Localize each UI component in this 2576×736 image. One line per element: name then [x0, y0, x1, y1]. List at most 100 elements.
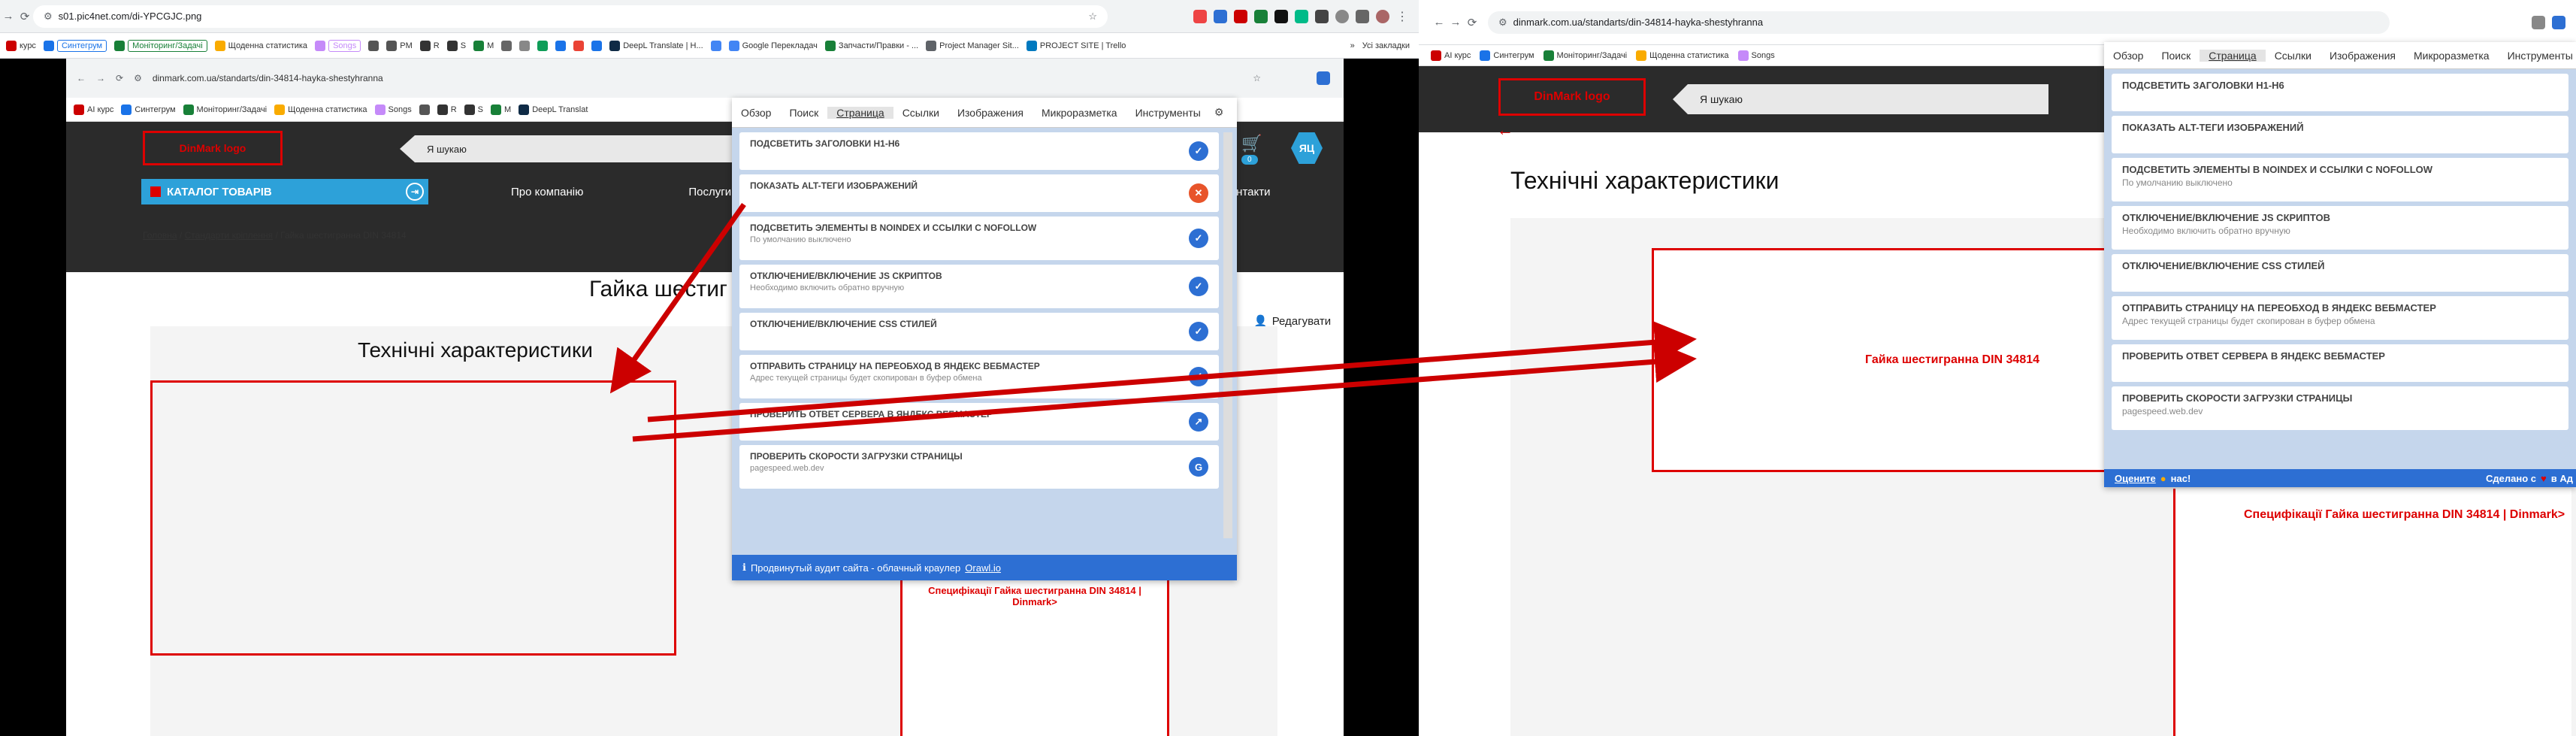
tab-6[interactable]: Инструменты [2499, 50, 2576, 62]
site-info-icon[interactable]: ⚙ [1498, 17, 1507, 29]
extension-icon[interactable] [1274, 9, 1288, 23]
bookmark-item[interactable]: Синтегрум [121, 104, 176, 115]
bookmark-item[interactable]: PM [386, 40, 413, 51]
bookmark-item[interactable]: R [437, 104, 457, 115]
bookmark-item[interactable]: Songs [315, 39, 361, 52]
forward-icon[interactable]: → [0, 10, 17, 23]
check-icon[interactable]: ✓ [1189, 367, 1208, 386]
tab-6[interactable]: Инструменты [1126, 107, 1210, 119]
ext-footer-link[interactable]: Orawl.io [965, 562, 1001, 574]
bookmark-item[interactable] [419, 104, 430, 115]
reload-icon[interactable]: ⟳ [1464, 16, 1480, 29]
bookmark-item[interactable]: AI курс [74, 104, 113, 115]
kebab-menu-icon[interactable]: ⋮ [1396, 9, 1408, 24]
bookmark-item[interactable] [591, 40, 603, 51]
extension-icon[interactable] [2552, 15, 2565, 29]
puzzle-icon[interactable] [1335, 9, 1349, 23]
extension-icon[interactable] [1315, 9, 1329, 23]
reload-icon[interactable]: ⟳ [116, 73, 123, 83]
extension-icon[interactable] [1295, 9, 1308, 23]
check-icon[interactable]: ✓ [1189, 322, 1208, 341]
bookmark-item[interactable]: Щоденна статистика [214, 40, 307, 51]
ext-option-row[interactable]: Подсветить элементы в noindex и ссылки с… [2112, 158, 2568, 201]
spec-link[interactable]: Специфікації Гайка шестигранна DIN 34814… [2244, 508, 2565, 522]
avatar[interactable] [1376, 9, 1389, 23]
bookmark-item[interactable]: S [446, 40, 466, 51]
ext-option-row[interactable]: Подсветить элементы в noindex и ссылки с… [739, 217, 1219, 260]
bookmark-star-icon[interactable]: ☆ [1088, 11, 1097, 23]
extension-icon[interactable] [1193, 9, 1207, 23]
bookmark-item[interactable]: Запчасти/Правки - ... [824, 40, 918, 51]
bookmark-item[interactable]: M [491, 104, 511, 115]
check-icon[interactable]: ✓ [1189, 141, 1208, 161]
bookmark-item[interactable]: Синтегрум [43, 39, 107, 52]
link-icon[interactable]: ↗ [1189, 412, 1208, 432]
forward-icon[interactable]: → [96, 73, 105, 83]
bookmark-item[interactable]: Songs [1737, 50, 1775, 61]
outer-address-bar[interactable]: ⚙ s01.pic4net.com/di-YPCGJC.png ☆ [33, 5, 1108, 28]
tab-4[interactable]: Изображения [948, 107, 1033, 119]
back-icon[interactable]: ← [77, 73, 86, 83]
tab-1[interactable]: Поиск [2152, 50, 2200, 62]
back-icon[interactable]: ← [1431, 16, 1447, 29]
tab-0[interactable]: Обзор [732, 107, 780, 119]
bookmark-item[interactable]: курс [6, 40, 36, 51]
right-address-bar[interactable]: ⚙ dinmark.com.ua/standarts/din-34814-hay… [1488, 11, 2390, 34]
tab-5[interactable]: Микроразметка [2405, 50, 2499, 62]
menu-item-about[interactable]: Про компанію [511, 186, 583, 198]
tab-2[interactable]: Страница [2200, 49, 2266, 62]
bookmark-item[interactable]: Songs [374, 104, 412, 115]
tab-0[interactable]: Обзор [2104, 50, 2152, 62]
site-logo[interactable]: DinMark logo [143, 131, 283, 165]
ext-option-row[interactable]: Проверить ответ сервера в Яндекс Вебмаст… [739, 403, 1219, 441]
ext-option-row[interactable]: Показать ALT-теги изображений ✕ [739, 174, 1219, 212]
breadcrumb-home[interactable]: Головна [143, 230, 177, 241]
extension-icon[interactable] [1234, 9, 1247, 23]
bookmark-item[interactable] [710, 40, 721, 51]
site-info-icon[interactable]: ⚙ [134, 73, 142, 83]
cart-icon[interactable]: 🛒 [1241, 134, 1262, 153]
ext-option-row[interactable]: Отправить страницу на переобход в Яндекс… [2112, 296, 2568, 340]
bookmark-item[interactable]: DeepL Translate | Н... [609, 40, 703, 51]
tab-5[interactable]: Микроразметка [1033, 107, 1126, 119]
bookmark-item[interactable]: S [464, 104, 483, 115]
ext-scrollbar[interactable] [1223, 132, 1232, 538]
ext-option-row[interactable]: Подсветить заголовки H1-H6 ✓ [739, 132, 1219, 170]
ext-option-row[interactable]: Отключение/включение JS скриптов Необходи… [739, 265, 1219, 308]
rate-link[interactable]: Оцените [2115, 473, 2156, 484]
ext-option-row[interactable]: Отправить страницу на переобход в Яндекс… [739, 355, 1219, 398]
bookmark-item[interactable] [537, 40, 549, 51]
extension-icon[interactable] [1254, 9, 1268, 23]
ext-option-row[interactable]: Отключение/включение CSS стилей [2112, 254, 2568, 292]
google-icon[interactable]: G [1189, 457, 1208, 477]
ext-option-row[interactable]: Проверить скорости загрузки страницы page… [739, 445, 1219, 489]
tab-4[interactable]: Изображения [2321, 50, 2405, 62]
bookmark-item[interactable]: M [473, 40, 494, 51]
reload-icon[interactable]: ⟳ [17, 10, 33, 23]
bookmark-item[interactable]: AI курс [1431, 50, 1471, 61]
check-icon[interactable]: ✓ [1189, 229, 1208, 248]
extension-icon[interactable] [2532, 15, 2545, 29]
bookmark-item[interactable]: Project Manager Sit... [926, 40, 1019, 51]
bookmark-star-icon[interactable]: ☆ [1253, 73, 1261, 83]
bookmark-item[interactable]: Моніторинг/Задачі [183, 104, 267, 115]
catalog-button[interactable]: КАТАЛОГ ТОВАРІВ ⇥ [141, 179, 428, 204]
forward-icon[interactable]: → [1447, 16, 1464, 29]
bookmark-item[interactable] [368, 40, 379, 51]
ext-option-row[interactable]: Подсветить заголовки H1-H6 [2112, 74, 2568, 111]
bookmark-item[interactable]: Щоденна статистика [1636, 50, 1729, 61]
tab-1[interactable]: Поиск [780, 107, 827, 119]
downloads-icon[interactable] [1356, 9, 1369, 23]
tab-2[interactable]: Страница [827, 106, 893, 119]
tab-3[interactable]: Ссылки [893, 107, 948, 119]
bookmark-item[interactable]: Моніторинг/Задачі [1543, 50, 1627, 61]
bookmark-item[interactable] [519, 40, 531, 51]
bookmark-item[interactable]: PROJECT SITE | Trello [1026, 40, 1126, 51]
close-icon[interactable]: ✕ [1189, 183, 1208, 203]
ext-option-row[interactable]: Проверить скорости загрузки страницы page… [2112, 386, 2568, 430]
bookmarks-overflow-button[interactable]: » [1350, 41, 1355, 50]
bookmark-item[interactable]: Щоденна статистика [274, 104, 367, 115]
breadcrumb-standards[interactable]: Стандарти кріплення [185, 230, 273, 241]
all-bookmarks-folder[interactable]: Усі закладки [1362, 41, 1419, 50]
extension-icon[interactable] [1317, 71, 1330, 85]
